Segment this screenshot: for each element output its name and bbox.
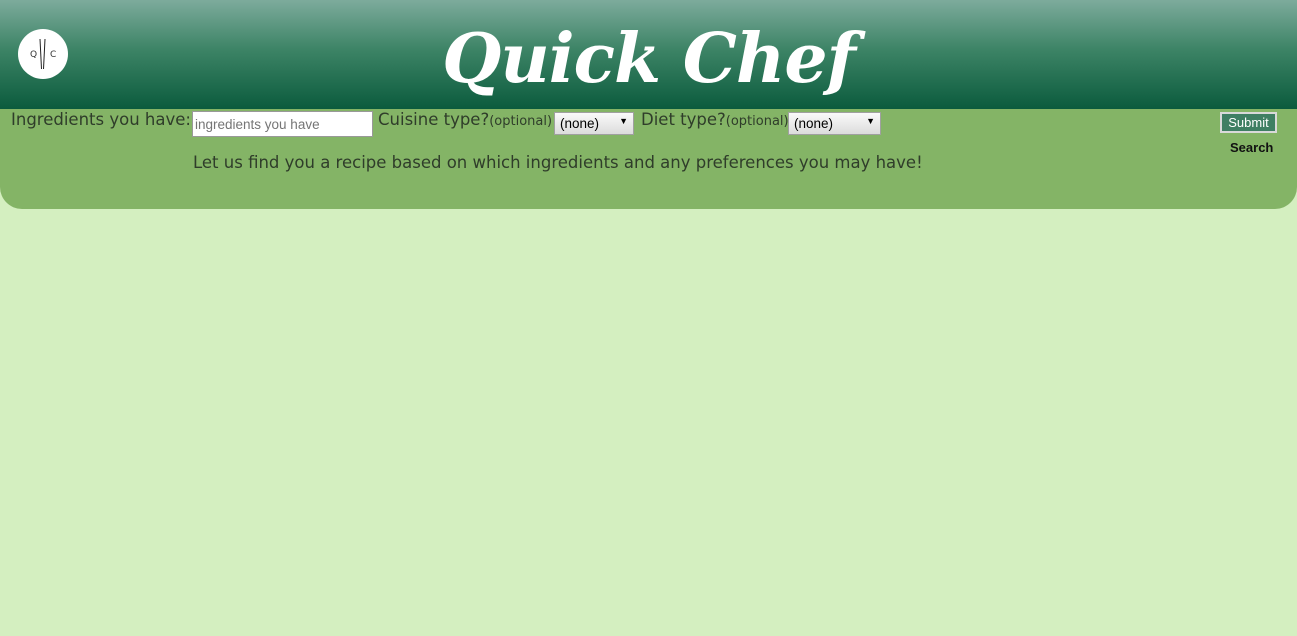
diet-select[interactable]: (none) ▼	[788, 112, 881, 135]
submit-button[interactable]: Submit	[1220, 112, 1277, 133]
cuisine-select[interactable]: (none) ▼	[554, 112, 634, 135]
cuisine-optional-note: (optional)	[489, 114, 553, 129]
search-caption: Search	[1230, 140, 1274, 155]
dropdown-arrow-icon: ▼	[619, 116, 628, 126]
site-header: Q C Quick Chef	[0, 0, 1297, 109]
page-title: Quick Chef	[442, 19, 856, 99]
diet-optional-note: (optional)	[725, 114, 789, 129]
cuisine-label-text: Cuisine type?	[378, 110, 490, 129]
tagline: Let us find you a recipe based on which …	[193, 153, 923, 172]
ingredients-label: Ingredients you have:	[11, 110, 191, 129]
diet-label-text: Diet type?	[641, 110, 726, 129]
cuisine-label: Cuisine type?(optional)	[378, 110, 552, 129]
results-area	[0, 209, 1297, 636]
search-panel: Ingredients you have: Cuisine type?(opti…	[0, 109, 1297, 209]
cuisine-selected-value: (none)	[560, 116, 600, 131]
diet-label: Diet type?(optional)	[641, 110, 789, 129]
dropdown-arrow-icon: ▼	[866, 116, 875, 126]
diet-selected-value: (none)	[794, 116, 834, 131]
ingredients-input[interactable]	[192, 111, 373, 137]
